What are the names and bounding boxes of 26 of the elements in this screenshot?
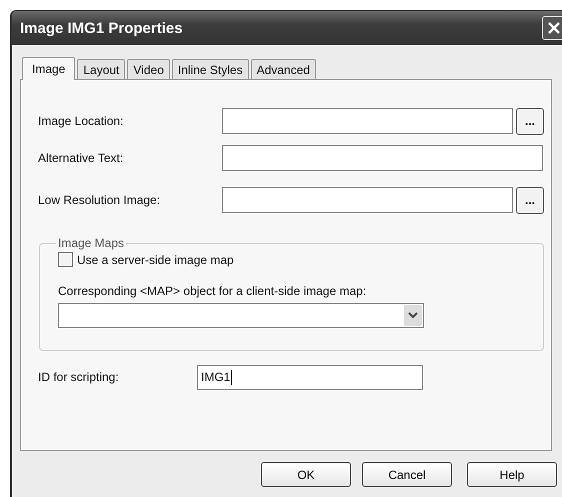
input-field[interactable]: [222, 108, 513, 134]
tab[interactable]: Advanced: [250, 59, 316, 79]
tab[interactable]: Layout: [77, 59, 126, 79]
close-icon: [547, 21, 561, 35]
close-button[interactable]: [542, 16, 562, 40]
field-label: ID for scripting:: [38, 370, 120, 384]
window-title: Image IMG1 Properties: [20, 20, 184, 36]
field-label: Low Resolution Image:: [38, 193, 162, 207]
dialog-button[interactable]: OK: [261, 462, 351, 487]
group-title: Image Maps: [57, 236, 126, 250]
tab[interactable]: Inline Styles: [172, 59, 249, 79]
input-field[interactable]: [222, 187, 513, 213]
dialog-button[interactable]: Help: [467, 462, 557, 487]
input-field[interactable]: IMG1: [197, 364, 423, 390]
browse-button[interactable]: ...: [516, 186, 544, 214]
field-label: Alternative Text:: [38, 151, 124, 165]
dropdown[interactable]: [58, 303, 424, 328]
tab[interactable]: Video: [127, 59, 170, 79]
checkbox[interactable]: [58, 252, 73, 267]
field-label: Corresponding <MAP> object for a client-side image map:: [58, 284, 368, 298]
browse-button[interactable]: ...: [516, 108, 544, 134]
field-label: Image Location:: [38, 114, 124, 128]
dialog-button[interactable]: Cancel: [362, 462, 452, 487]
checkbox-label: Use a server-side image map: [77, 252, 234, 266]
input-field[interactable]: [222, 145, 543, 171]
tab[interactable]: Image: [22, 57, 76, 80]
